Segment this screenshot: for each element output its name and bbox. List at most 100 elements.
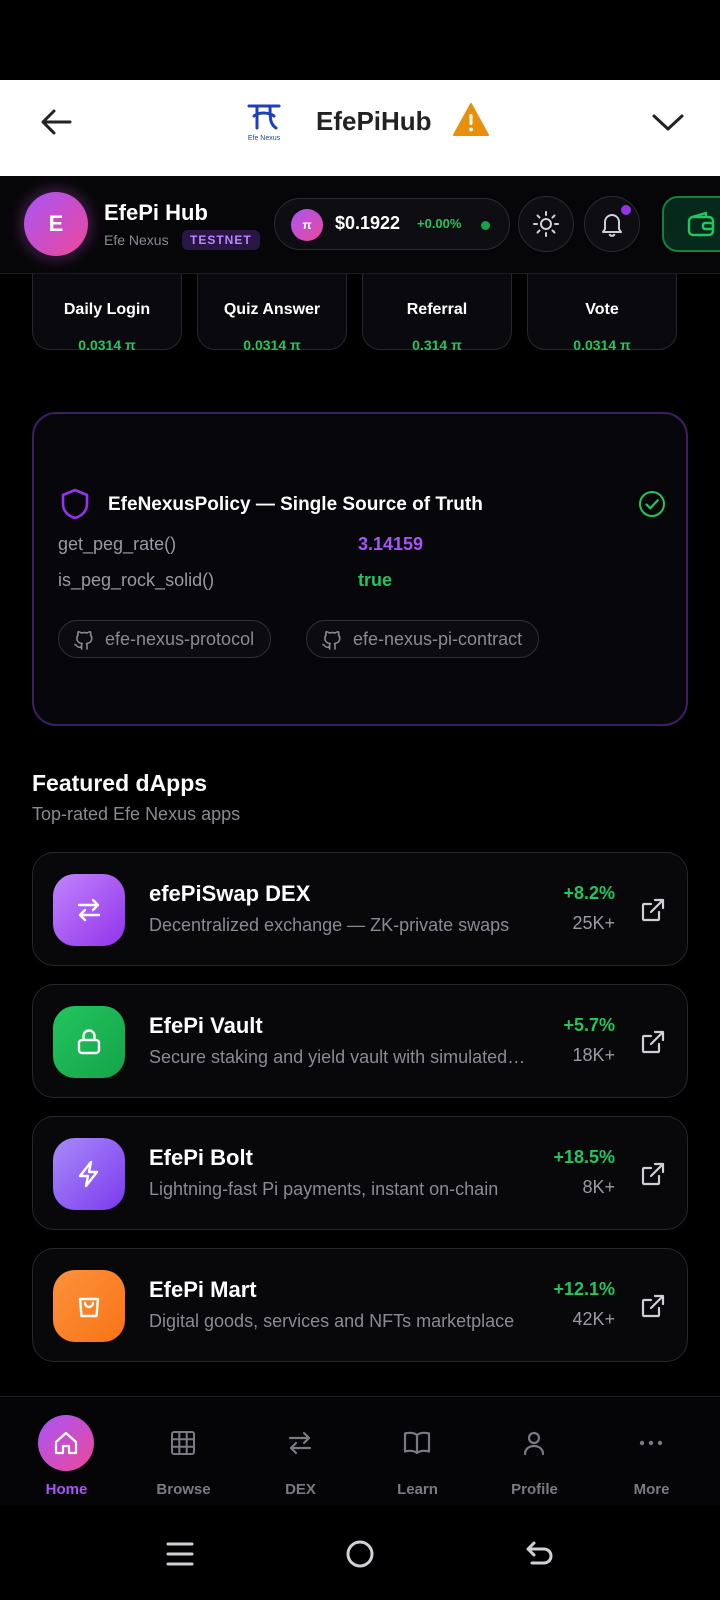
page-title: EfePiHub (316, 106, 432, 136)
shield-icon (61, 488, 89, 520)
external-link-icon[interactable] (639, 1028, 667, 1056)
policy-value: 3.14159 (358, 534, 424, 554)
home-circle-icon[interactable] (340, 1534, 380, 1574)
hub-name: EfePi Hub (104, 200, 208, 225)
dapp-description: Decentralized exchange — ZK-private swap… (149, 915, 510, 935)
nav-profile[interactable]: Profile (476, 1397, 593, 1507)
nav-label: More (633, 1481, 670, 1498)
verified-check-icon (639, 491, 665, 517)
nav-browse[interactable]: Browse (125, 1397, 242, 1507)
app-header: E EfePi Hub Efe Nexus TESTNET π $0.1922 … (0, 176, 720, 274)
nav-more[interactable]: More (593, 1397, 710, 1507)
nav-dex[interactable]: DEX (242, 1397, 359, 1507)
swap-icon (272, 1415, 328, 1471)
repo-link-protocol[interactable]: efe-nexus-protocol (58, 620, 272, 658)
dapp-card-efepi-vault[interactable]: EfePi Vault Secure staking and yield vau… (32, 984, 688, 1098)
nav-label: Home (45, 1481, 88, 1498)
dapp-name: EfePi Vault (149, 1013, 263, 1038)
reward-label: Daily Login (63, 301, 151, 318)
repo-name: efe-nexus-pi-contract (353, 628, 523, 649)
policy-key: is_peg_rock_solid() (58, 570, 215, 590)
bag-icon (53, 1270, 125, 1342)
chevron-down-icon[interactable] (648, 102, 688, 142)
repo-link-pi-contract[interactable]: efe-nexus-pi-contract (306, 620, 540, 658)
user-icon (506, 1415, 562, 1471)
nav-label: Browse (156, 1481, 211, 1498)
reward-value: 0.0314 π (78, 337, 136, 353)
dapp-change: +18.5% (553, 1147, 615, 1167)
more-icon (623, 1415, 679, 1471)
network-badge: TESTNET (182, 230, 260, 250)
dapp-description: Digital goods, services and NFTs marketp… (149, 1311, 515, 1331)
hub-subtitle: Efe Nexus (104, 232, 169, 248)
pi-price-change: +0.00% (417, 216, 462, 231)
external-link-icon[interactable] (639, 1292, 667, 1320)
recent-apps-icon[interactable] (160, 1534, 200, 1574)
dapp-name: EfePi Bolt (149, 1145, 253, 1170)
wallet-button[interactable] (662, 196, 720, 252)
reward-value: 0.0314 π (573, 337, 631, 353)
notifications-button[interactable] (584, 196, 640, 252)
grid-icon (155, 1415, 211, 1471)
nav-home[interactable]: Home (8, 1397, 125, 1507)
dapp-name: efePiSwap DEX (149, 881, 311, 906)
repo-name: efe-nexus-protocol (105, 628, 255, 649)
dapp-users: 18K+ (572, 1045, 615, 1065)
nav-learn[interactable]: Learn (359, 1397, 476, 1507)
dapp-change: +8.2% (563, 883, 615, 903)
dapp-users: 8K+ (582, 1177, 615, 1197)
external-link-icon[interactable] (639, 896, 667, 924)
dapp-users: 42K+ (572, 1309, 615, 1329)
live-indicator (481, 221, 490, 230)
dapp-users: 25K+ (572, 913, 615, 933)
policy-title: EfeNexusPolicy — Single Source of Truth (108, 494, 483, 515)
dapp-card-efepi-bolt[interactable]: EfePi Bolt Lightning-fast Pi payments, i… (32, 1116, 688, 1230)
browser-toolbar: Efe Nexus EfePiHub (0, 80, 720, 176)
dapp-card-efepi-mart[interactable]: EfePi Mart Digital goods, services and N… (32, 1248, 688, 1362)
swap-icon (53, 874, 125, 946)
dapp-card-efepiswap[interactable]: efePiSwap DEX Decentralized exchange — Z… (32, 852, 688, 966)
reward-label: Referral (406, 301, 468, 318)
policy-value: true (358, 570, 393, 590)
external-link-icon[interactable] (639, 1160, 667, 1188)
home-icon (38, 1415, 94, 1471)
bolt-icon (53, 1138, 125, 1210)
dapp-description: Secure staking and yield vault with simu… (149, 1047, 529, 1067)
reward-value: 0.0314 π (243, 337, 301, 353)
lock-icon (53, 1006, 125, 1078)
theme-toggle-button[interactable] (518, 196, 574, 252)
notification-dot (621, 205, 631, 215)
avatar[interactable]: E (24, 192, 88, 256)
warning-icon[interactable] (452, 102, 490, 138)
scroll-content[interactable]: E EfePi Hub Efe Nexus TESTNET π $0.1922 … (0, 176, 720, 1396)
wallet-icon (687, 211, 715, 237)
featured-title: Featured dApps (32, 770, 208, 796)
back-arrow-icon[interactable] (36, 102, 76, 142)
github-icon (322, 630, 341, 650)
reward-label: Quiz Answer (223, 301, 321, 318)
bottom-nav: Home Browse DEX Learn Profile More (0, 1396, 720, 1506)
policy-key: get_peg_rate() (58, 534, 177, 554)
back-icon[interactable] (520, 1534, 560, 1574)
bell-icon (602, 214, 622, 237)
dapp-change: +12.1% (553, 1279, 615, 1299)
dapp-description: Lightning-fast Pi payments, instant on-c… (149, 1179, 499, 1199)
policy-card: EfeNexusPolicy — Single Source of Truth … (32, 412, 688, 726)
dapp-change: +5.7% (563, 1015, 615, 1035)
featured-subtitle: Top-rated Efe Nexus apps (32, 804, 241, 824)
system-nav-bar (0, 1506, 720, 1600)
sun-icon (533, 211, 559, 237)
svg-text:Efe Nexus: Efe Nexus (248, 135, 281, 142)
nav-label: Learn (397, 1481, 438, 1498)
book-icon (389, 1415, 445, 1471)
nav-label: DEX (285, 1481, 316, 1498)
pi-price-pill[interactable]: π $0.1922 +0.00% (274, 198, 510, 250)
pi-price: $0.1922 (335, 213, 401, 233)
efe-nexus-logo: Efe Nexus (247, 104, 281, 142)
dapp-name: EfePi Mart (149, 1277, 257, 1302)
reward-label: Vote (585, 301, 619, 318)
reward-value: 0.314 π (412, 337, 462, 353)
github-icon (74, 630, 93, 650)
pi-coin-icon: π (291, 209, 323, 241)
nav-label: Profile (511, 1481, 558, 1498)
